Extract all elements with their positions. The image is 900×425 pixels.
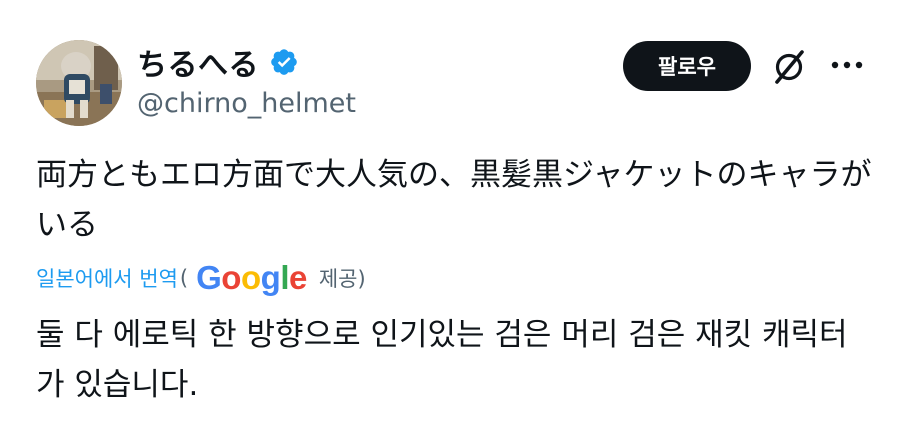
- avatar[interactable]: [36, 40, 122, 126]
- more-options-icon[interactable]: [831, 58, 863, 72]
- translated-tweet-text: 둘 다 에로틱 한 방향으로 인기있는 검은 머리 검은 재킷 캐릭터가 있습니…: [36, 317, 848, 403]
- author-handle[interactable]: @chirno_helmet: [137, 88, 356, 119]
- show-translation-link[interactable]: 일본어에서 번역: [36, 263, 178, 293]
- author-display-name[interactable]: ちるへる: [137, 40, 259, 84]
- follow-button[interactable]: 팔로우: [623, 41, 751, 91]
- translation-attribution: 일본어에서 번역 ( Google 제공): [36, 256, 366, 300]
- tweet-text: 両方ともエロ方面で大人気の、黒髪黒ジャケットのキャラがいる: [36, 157, 872, 243]
- author-name-row: ちるへる: [137, 40, 299, 84]
- translation-open-paren: (: [179, 266, 189, 290]
- avatar-image: [36, 40, 122, 126]
- grok-icon[interactable]: [771, 46, 807, 86]
- google-logo: Google: [196, 259, 307, 296]
- translation-provider-suffix: 제공): [318, 267, 366, 291]
- verified-badge-icon: [271, 49, 297, 75]
